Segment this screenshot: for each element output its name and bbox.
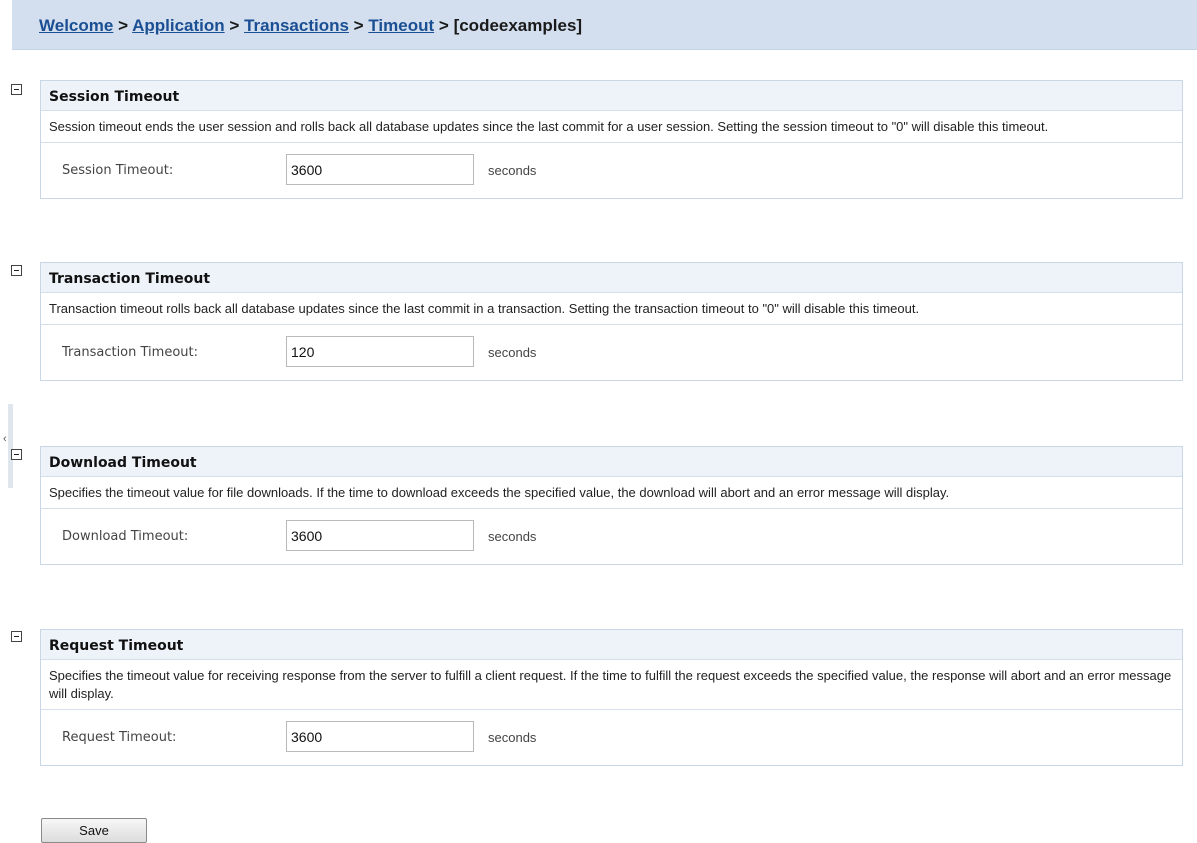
save-button[interactable]: Save: [41, 818, 147, 843]
request-timeout-panel: Request Timeout Specifies the timeout va…: [40, 629, 1183, 766]
field-label: Download Timeout:: [62, 529, 189, 544]
section-title: Transaction Timeout: [41, 263, 1182, 293]
breadcrumb-separator: >: [438, 16, 449, 35]
collapse-icon[interactable]: [11, 449, 22, 460]
unit-label: seconds: [488, 163, 537, 178]
breadcrumb-link-transactions[interactable]: Transactions: [244, 16, 349, 35]
section-description: Specifies the timeout value for receivin…: [41, 660, 1182, 710]
breadcrumb-link-timeout[interactable]: Timeout: [368, 16, 434, 35]
timeout-settings-page: ‹ Welcome > Application > Transactions >…: [0, 0, 1197, 843]
section-description: Transaction timeout rolls back all datab…: [41, 293, 1182, 325]
session-timeout-row: Session Timeout: seconds: [41, 143, 1182, 198]
breadcrumb-bar: Welcome > Application > Transactions > T…: [12, 0, 1197, 50]
transaction-timeout-input[interactable]: [286, 336, 474, 367]
chevron-left-icon[interactable]: ‹: [3, 434, 7, 445]
breadcrumb: Welcome > Application > Transactions > T…: [39, 16, 582, 36]
section-title: Session Timeout: [41, 81, 1182, 111]
section-description: Session timeout ends the user session an…: [41, 111, 1182, 143]
session-timeout-panel: Session Timeout Session timeout ends the…: [40, 80, 1183, 199]
breadcrumb-separator: >: [118, 16, 128, 35]
download-timeout-input[interactable]: [286, 520, 474, 551]
field-label: Transaction Timeout:: [62, 345, 198, 360]
request-timeout-row: Request Timeout: seconds: [41, 710, 1182, 765]
breadcrumb-link-welcome[interactable]: Welcome: [39, 16, 113, 35]
breadcrumb-link-application[interactable]: Application: [132, 16, 225, 35]
transaction-timeout-panel: Transaction Timeout Transaction timeout …: [40, 262, 1183, 381]
section-description: Specifies the timeout value for file dow…: [41, 477, 1182, 509]
unit-label: seconds: [488, 529, 537, 544]
session-timeout-input[interactable]: [286, 154, 474, 185]
field-label: Request Timeout:: [62, 730, 177, 745]
collapse-icon[interactable]: [11, 265, 22, 276]
field-label: Session Timeout:: [62, 163, 174, 178]
collapse-icon[interactable]: [11, 631, 22, 642]
collapse-icon[interactable]: [11, 84, 22, 95]
request-timeout-input[interactable]: [286, 721, 474, 752]
download-timeout-row: Download Timeout: seconds: [41, 509, 1182, 564]
unit-label: seconds: [488, 730, 537, 745]
breadcrumb-separator: >: [353, 16, 364, 35]
unit-label: seconds: [488, 345, 537, 360]
transaction-timeout-row: Transaction Timeout: seconds: [41, 325, 1182, 380]
breadcrumb-current: [codeexamples]: [453, 16, 583, 35]
section-title: Request Timeout: [41, 630, 1182, 660]
download-timeout-panel: Download Timeout Specifies the timeout v…: [40, 446, 1183, 565]
sidebar-toggle-handle[interactable]: [8, 404, 13, 488]
section-title: Download Timeout: [41, 447, 1182, 477]
breadcrumb-separator: >: [229, 16, 240, 35]
